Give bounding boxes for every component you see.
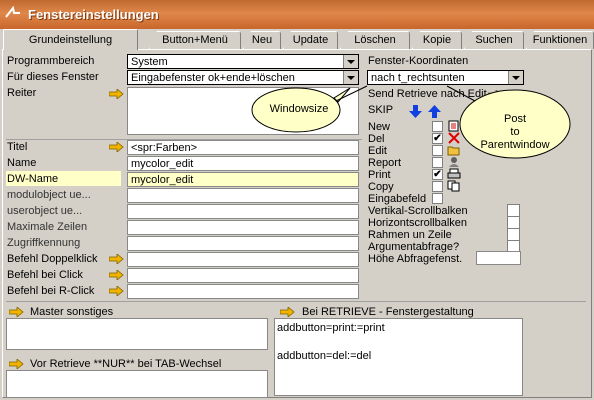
checkbox-eingabefeld[interactable] <box>432 193 443 204</box>
checkbox-edit[interactable] <box>432 145 443 156</box>
arrow-right-icon[interactable] <box>109 142 124 152</box>
modulobject-field[interactable] <box>127 188 359 203</box>
maximale-zeilen-field[interactable] <box>127 220 359 235</box>
befehl-click-field[interactable] <box>127 268 359 283</box>
befehl-rclick-label: Befehl bei R-Click <box>7 285 95 297</box>
programmbereich-value: System <box>131 56 168 68</box>
tab-funktionen[interactable]: Funktionen <box>526 31 594 49</box>
chevron-down-icon[interactable] <box>343 71 358 84</box>
tab-neu[interactable]: Neu <box>243 31 281 49</box>
checkbox-del[interactable]: ✔ <box>432 133 443 144</box>
vor-retrieve-label: Vor Retrieve **NUR** bei TAB-Wechsel <box>30 358 222 370</box>
tab-suchen[interactable]: Suchen <box>464 31 524 49</box>
userobject-label: userobject ue... <box>7 205 83 217</box>
fenster-koordinaten-label: Fenster-Koordinaten <box>368 55 469 67</box>
checkbox-copy[interactable] <box>432 181 443 192</box>
titel-label: Titel <box>7 141 28 153</box>
app-logo-icon <box>0 0 26 29</box>
fuer-dieses-fenster-select[interactable]: Eingabefenster ok+ende+löschen <box>127 70 359 85</box>
userobject-field[interactable] <box>127 204 359 219</box>
arrow-right-icon[interactable] <box>109 89 124 99</box>
chevron-down-icon[interactable] <box>508 71 523 84</box>
fenster-koordinaten-value: nach t_rechtsunten <box>371 72 465 84</box>
arrow-right-icon[interactable] <box>9 359 24 369</box>
dw-name-label-overlay: DW-Name <box>7 173 59 185</box>
bei-retrieve-textarea[interactable]: addbutton=print:=print addbutton=del:=de… <box>274 318 523 396</box>
tab-loeschen[interactable]: Löschen <box>340 31 410 49</box>
windowsize-callout-text: Windowsize <box>269 103 329 115</box>
checkbox-print[interactable]: ✔ <box>432 169 443 180</box>
befehl-doppelklick-label: Befehl Doppelklick <box>7 253 98 265</box>
dw-name-field[interactable]: mycolor_edit <box>127 172 359 187</box>
window-title: Fenstereinstellungen <box>28 7 159 22</box>
checkbox-new[interactable] <box>432 121 443 132</box>
vor-retrieve-textarea[interactable] <box>6 370 268 398</box>
checkbox-report[interactable] <box>432 157 443 168</box>
arrow-right-icon[interactable] <box>9 307 24 317</box>
arrow-right-icon[interactable] <box>109 286 124 296</box>
maximale-zeilen-label: Maximale Zeilen <box>7 221 88 233</box>
zugriffkennung-field[interactable] <box>127 236 359 251</box>
fenster-koordinaten-select[interactable]: nach t_rechtsunten <box>367 70 524 85</box>
bei-retrieve-label: Bei RETRIEVE - Fenstergestaltung <box>302 306 474 318</box>
zugriffkennung-label: Zugriffkennung <box>7 237 81 249</box>
printer-icon <box>447 168 461 179</box>
befehl-rclick-field[interactable] <box>127 284 359 299</box>
arrow-up-icon[interactable] <box>428 105 441 118</box>
arrow-right-icon[interactable] <box>280 307 295 317</box>
hoehe-abfragefenst-label: Höhe Abfragefenst. <box>368 253 463 265</box>
tab-update[interactable]: Update <box>283 31 338 49</box>
programmbereich-label: Programmbereich <box>7 55 95 67</box>
arrow-down-icon[interactable] <box>409 105 422 118</box>
modulobject-label: modulobject ue... <box>7 189 91 201</box>
arrow-right-icon[interactable] <box>109 270 124 280</box>
fuer-dieses-fenster-value: Eingabefenster ok+ende+löschen <box>131 72 295 84</box>
tab-grundeinstellung[interactable]: Grundeinstellung <box>3 29 138 50</box>
fuer-dieses-fenster-label: Für dieses Fenster <box>7 71 99 83</box>
title-bar: Fenstereinstellungen <box>0 0 594 29</box>
divider <box>6 301 586 302</box>
name-label: Name <box>7 157 37 169</box>
master-sonstiges-textarea[interactable] <box>6 318 268 350</box>
name-field[interactable]: mycolor_edit <box>127 156 359 171</box>
tab-kopie[interactable]: Kopie <box>412 31 462 49</box>
post-parentwindow-callout-text: Post to Parentwindow <box>480 113 550 151</box>
tab-button-menue[interactable]: Button+Menü <box>149 31 241 49</box>
befehl-doppelklick-field[interactable] <box>127 252 359 267</box>
master-sonstiges-label: Master sonstiges <box>30 306 114 318</box>
programmbereich-select[interactable]: System <box>127 54 359 69</box>
arrow-right-icon[interactable] <box>109 254 124 264</box>
reiter-label: Reiter <box>7 87 37 99</box>
copy-icon <box>447 180 460 192</box>
befehl-click-label: Befehl bei Click <box>7 269 83 281</box>
skip-label: SKIP <box>368 104 394 116</box>
hoehe-abfragefenst-field[interactable] <box>476 251 521 265</box>
chevron-down-icon[interactable] <box>343 55 358 68</box>
